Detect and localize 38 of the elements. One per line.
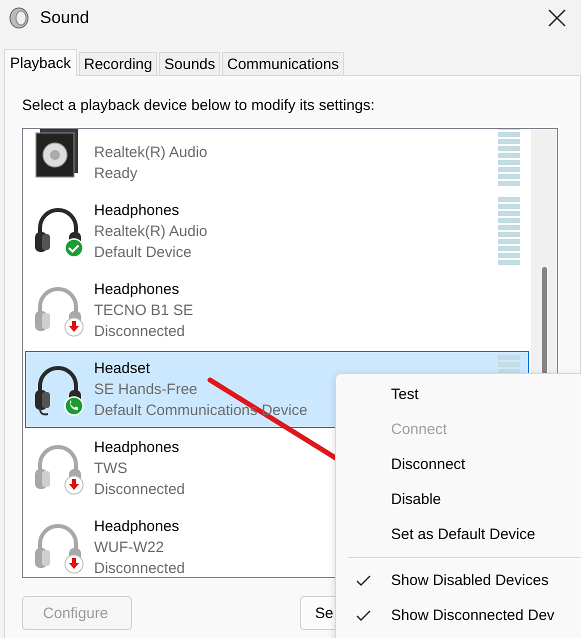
device-status: Default Device xyxy=(94,243,192,263)
device-status: Disconnected xyxy=(94,322,185,342)
device-driver: WUF-W22 xyxy=(94,538,164,558)
menu-item[interactable]: Set as Default Device xyxy=(336,517,581,552)
headphones-icon xyxy=(32,284,84,336)
menu-item[interactable]: Disable xyxy=(336,482,581,517)
speaker-icon xyxy=(8,6,30,28)
device-driver: TECNO B1 SE xyxy=(94,301,194,321)
device-name: Headphones xyxy=(94,280,180,300)
tab[interactable]: Playback xyxy=(4,49,77,76)
menu-item[interactable]: Show Disabled Devices xyxy=(336,563,581,598)
device-driver: Realtek(R) Audio xyxy=(94,143,208,163)
device-driver: TWS xyxy=(94,459,128,479)
close-icon[interactable] xyxy=(547,8,567,28)
device-driver: SE Hands-Free xyxy=(94,380,198,400)
device-status: Disconnected xyxy=(94,480,185,500)
headphones-icon xyxy=(32,522,84,574)
device-row[interactable]: Headphones TECNO B1 SE Disconnected xyxy=(25,272,529,349)
window-title: Sound xyxy=(40,8,90,28)
menu-item[interactable]: Show Disconnected Dev xyxy=(336,598,581,633)
device-driver: Realtek(R) Audio xyxy=(94,222,208,242)
tab[interactable]: Communications xyxy=(222,52,344,75)
device-name: Headphones xyxy=(94,201,180,221)
headset-icon xyxy=(32,364,84,416)
device-status: Disconnected xyxy=(94,559,185,577)
device-name: Headphones xyxy=(94,438,180,458)
tab[interactable]: Sounds xyxy=(159,52,220,75)
tab[interactable]: Recording xyxy=(78,52,158,75)
headphones-icon xyxy=(32,206,84,258)
device-status: Ready xyxy=(94,164,138,184)
device-row[interactable]: Realtek(R) Audio Ready xyxy=(25,129,529,191)
device-status: Default Communications Device xyxy=(94,401,308,421)
instruction-text: Select a playback device below to modify its settings: xyxy=(22,97,376,114)
device-name: Headset xyxy=(94,359,150,379)
device-name: Headphones xyxy=(94,517,180,537)
menu-item[interactable]: Disconnect xyxy=(336,447,581,482)
device-row[interactable]: Headphones Realtek(R) Audio Default Device xyxy=(25,193,529,270)
headphones-icon xyxy=(32,442,84,494)
